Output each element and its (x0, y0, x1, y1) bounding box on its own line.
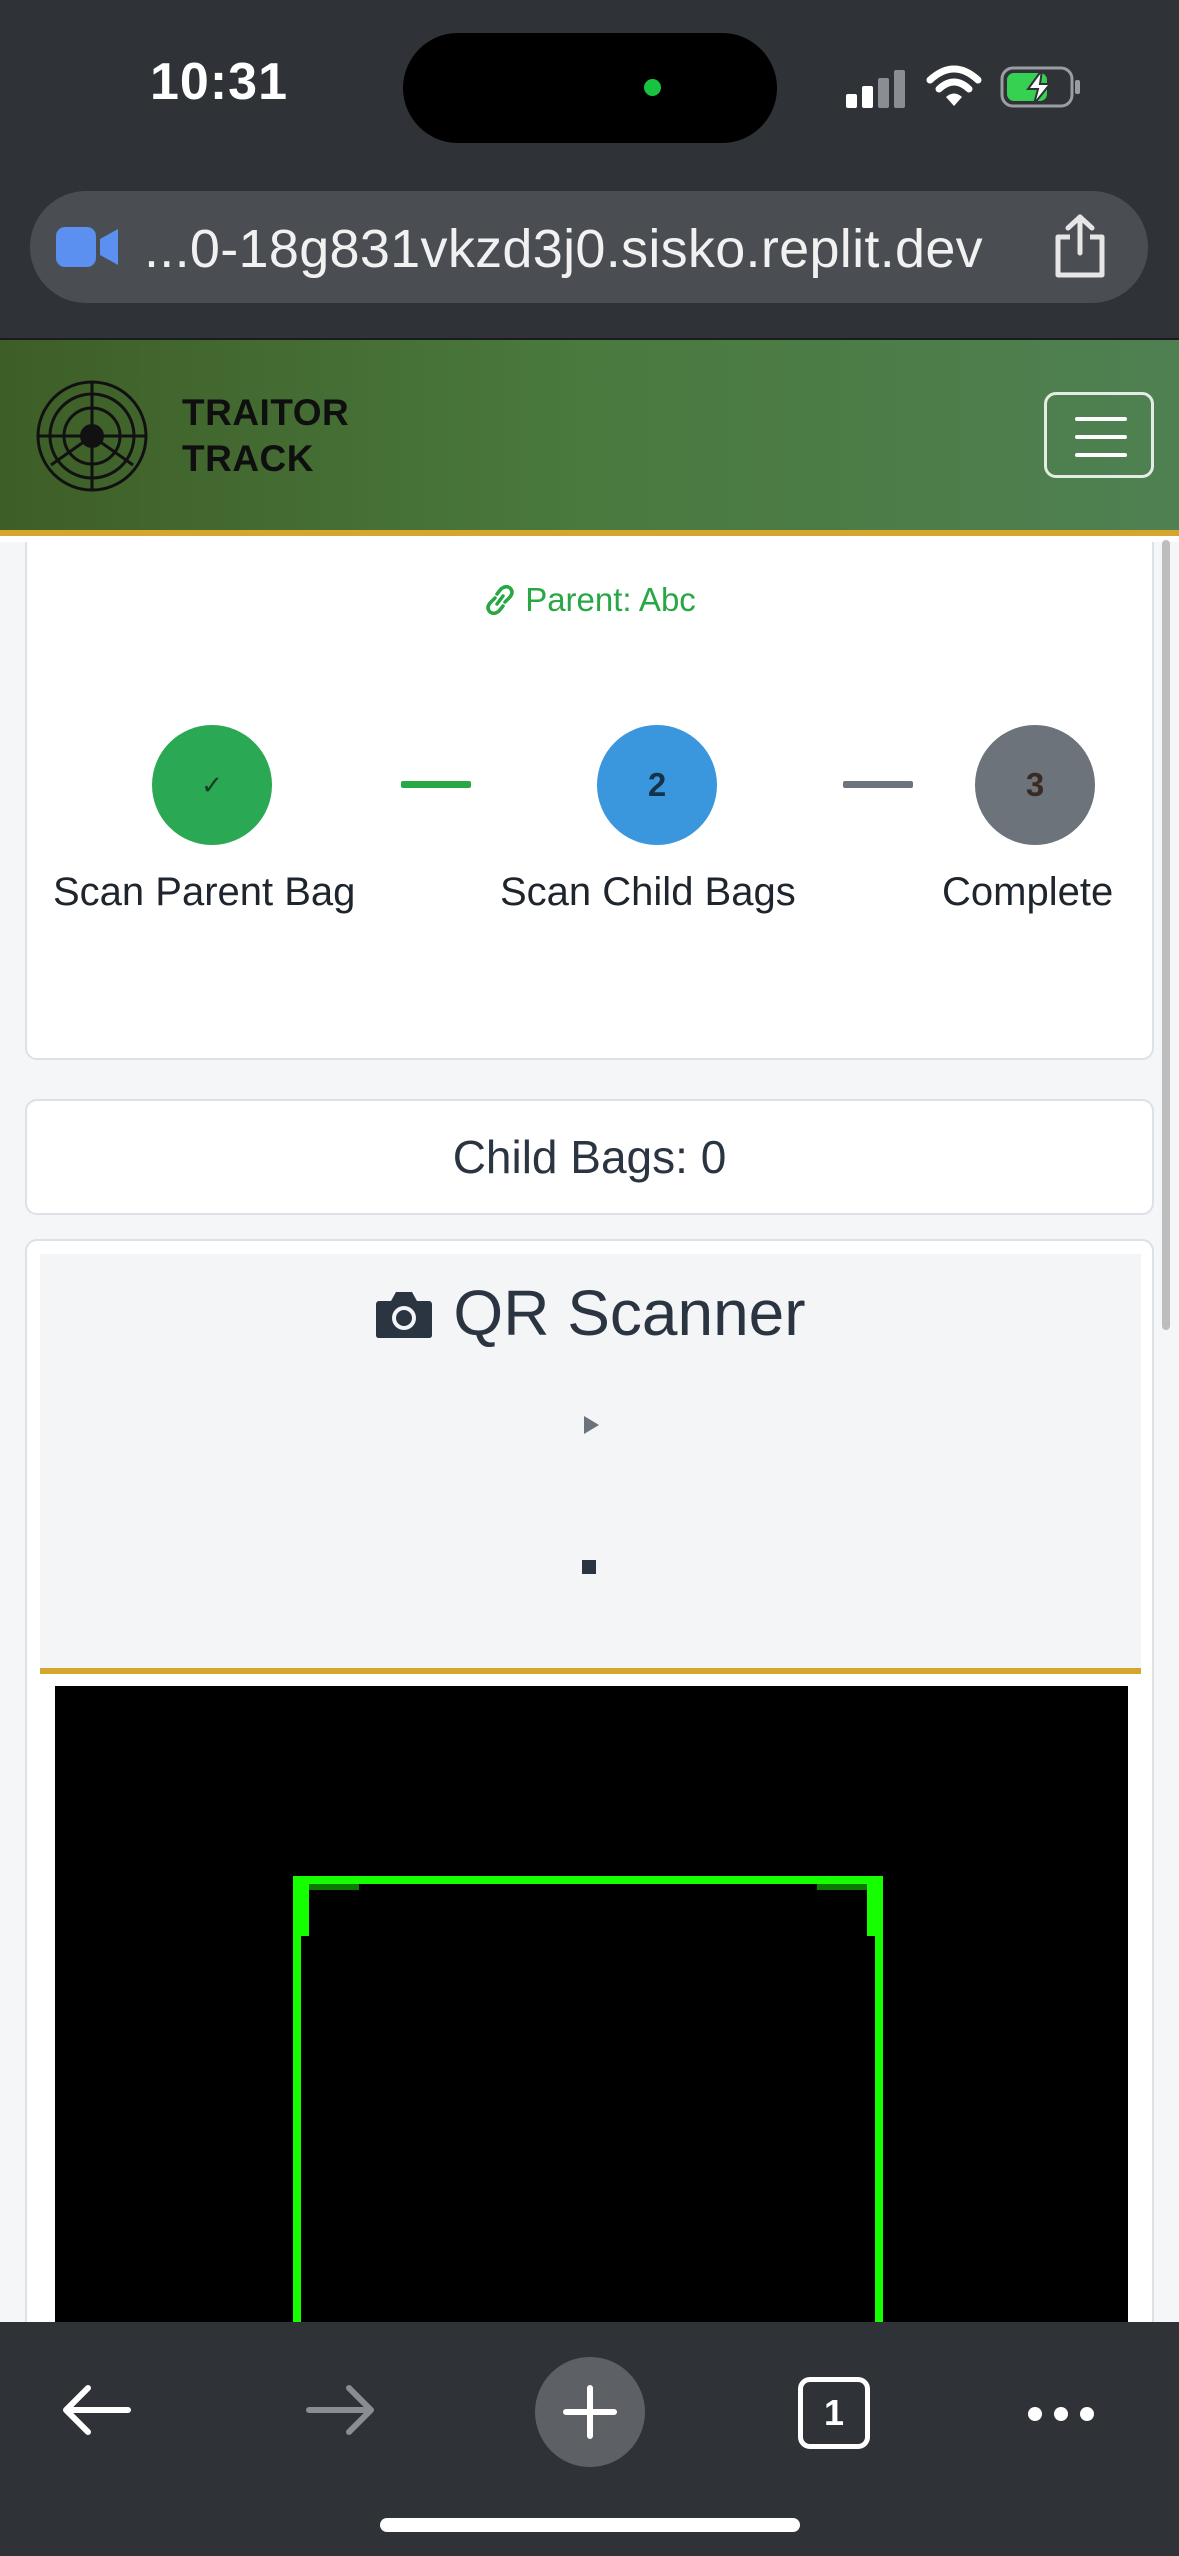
battery-charging-icon (1000, 66, 1080, 108)
page-scrollbar[interactable] (1162, 540, 1170, 1330)
brand-line-2: TRACK (182, 438, 314, 479)
step-2-label: Scan Child Bags (500, 870, 796, 914)
scan-frame-notch-left (309, 1884, 359, 1890)
step-1-circle: ✓ (152, 725, 272, 845)
child-bags-count: Child Bags: 0 (25, 1099, 1154, 1215)
url-text[interactable]: ...0-18g831vkzd3j0.sisko.replit.dev (144, 218, 983, 280)
new-tab-button[interactable] (535, 2357, 645, 2467)
link-icon (486, 585, 514, 615)
parent-label: Parent: Abc (525, 581, 696, 618)
play-icon[interactable] (580, 1414, 602, 1436)
video-camera-icon (56, 227, 118, 267)
browser-toolbar: 1 (0, 2322, 1179, 2556)
back-arrow-icon[interactable] (60, 2382, 132, 2438)
app-navbar: TRAITOR TRACK (0, 340, 1179, 536)
step-3-circle: 3 (975, 725, 1095, 845)
tab-switcher-button[interactable]: 1 (798, 2377, 870, 2449)
step-connector-pending (843, 781, 913, 788)
main-content: Parent: Abc ✓ Scan Parent Bag 2 Scan Chi… (0, 542, 1179, 2322)
step-1-label: Scan Parent Bag (53, 870, 356, 914)
forward-arrow-icon[interactable] (305, 2382, 377, 2438)
scan-frame-corner-right (867, 1884, 875, 1936)
step-connector-done (401, 781, 471, 788)
plus-icon (563, 2385, 617, 2439)
qr-scanner-card: QR Scanner (25, 1239, 1154, 2322)
address-bar[interactable]: ...0-18g831vkzd3j0.sisko.replit.dev (30, 191, 1148, 303)
more-options-icon[interactable] (1025, 2404, 1097, 2424)
status-time: 10:31 (150, 53, 288, 111)
camera-indicator-dot (644, 79, 661, 96)
step-2-circle: 2 (597, 725, 717, 845)
parent-indicator: Parent: Abc (27, 581, 1152, 619)
scanner-title-text: QR Scanner (453, 1277, 806, 1349)
status-bar: 10:31 (0, 0, 1179, 170)
stop-icon[interactable] (582, 1560, 596, 1574)
traitor-track-logo[interactable] (33, 377, 151, 495)
camera-icon (376, 1292, 433, 1338)
home-indicator[interactable] (380, 2518, 800, 2532)
hamburger-icon (1075, 435, 1127, 439)
dynamic-island (403, 33, 777, 143)
scan-frame-notch-right (817, 1884, 867, 1890)
scan-frame-corner-left (301, 1884, 309, 1936)
cellular-signal-icon (846, 70, 905, 108)
progress-card: Parent: Abc ✓ Scan Parent Bag 2 Scan Chi… (25, 542, 1154, 1060)
hamburger-icon (1075, 453, 1127, 457)
brand-name[interactable]: TRAITOR TRACK (182, 390, 349, 482)
hamburger-icon (1075, 417, 1127, 421)
wifi-icon (926, 65, 982, 106)
step-3-label: Complete (942, 870, 1114, 914)
brand-line-1: TRAITOR (182, 392, 350, 433)
share-icon[interactable] (1050, 213, 1110, 279)
scanner-title: QR Scanner (40, 1276, 1141, 1350)
scanner-header: QR Scanner (40, 1254, 1141, 1674)
qr-scan-frame (293, 1876, 883, 2322)
browser-address-area: ...0-18g831vkzd3j0.sisko.replit.dev (0, 170, 1179, 340)
camera-viewport[interactable] (55, 1686, 1128, 2322)
menu-toggle-button[interactable] (1044, 392, 1154, 478)
